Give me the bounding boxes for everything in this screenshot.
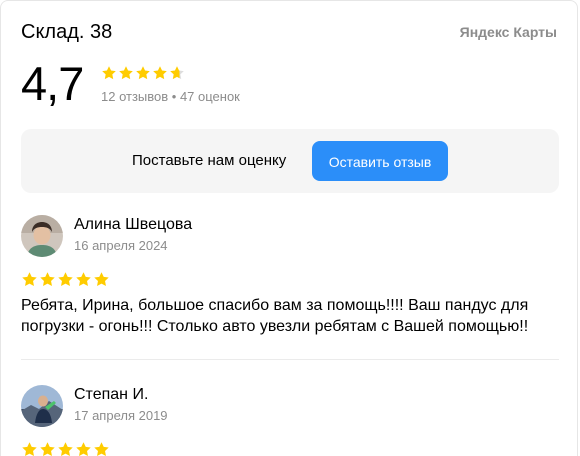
half-star-icon <box>169 65 185 81</box>
star-icon <box>75 271 92 288</box>
star-icon <box>135 65 151 81</box>
star-icon <box>101 65 117 81</box>
star-icon <box>75 441 92 456</box>
review-author[interactable]: Степан И. <box>74 386 148 404</box>
star-icon <box>21 271 38 288</box>
header: Склад. 38 Яндекс Карты <box>21 21 557 47</box>
rating-stars <box>101 65 185 81</box>
review-author[interactable]: Алина Швецова <box>74 216 192 234</box>
yandex-maps-link[interactable]: Яндекс Карты <box>460 24 557 40</box>
review-stars <box>21 271 110 288</box>
review-date: 16 апреля 2024 <box>74 238 168 253</box>
avatar[interactable] <box>21 215 63 257</box>
star-icon <box>93 271 110 288</box>
avatar[interactable] <box>21 385 63 427</box>
leave-review-button[interactable]: Оставить отзыв <box>312 141 448 181</box>
star-icon <box>57 441 74 456</box>
review-date: 17 апреля 2019 <box>74 408 168 423</box>
star-icon <box>118 65 134 81</box>
star-icon <box>152 65 168 81</box>
star-icon <box>57 271 74 288</box>
reviews-widget: Склад. 38 Яндекс Карты 4,7 12 отзывов • … <box>0 0 578 456</box>
star-icon <box>39 271 56 288</box>
star-icon <box>39 441 56 456</box>
organization-title[interactable]: Склад. 38 <box>21 21 112 44</box>
star-icon <box>93 441 110 456</box>
review-text: Ребята, Ирина, большое спасибо вам за по… <box>21 297 529 335</box>
divider <box>21 359 559 360</box>
review-stars <box>21 441 110 456</box>
rate-us-panel: Поставьте нам оценку Оставить отзыв <box>21 129 559 193</box>
star-icon <box>21 441 38 456</box>
rating-value: 4,7 <box>21 57 84 110</box>
rate-us-prompt: Поставьте нам оценку <box>132 152 287 169</box>
reviews-count[interactable]: 12 отзывов • 47 оценок <box>101 89 240 104</box>
